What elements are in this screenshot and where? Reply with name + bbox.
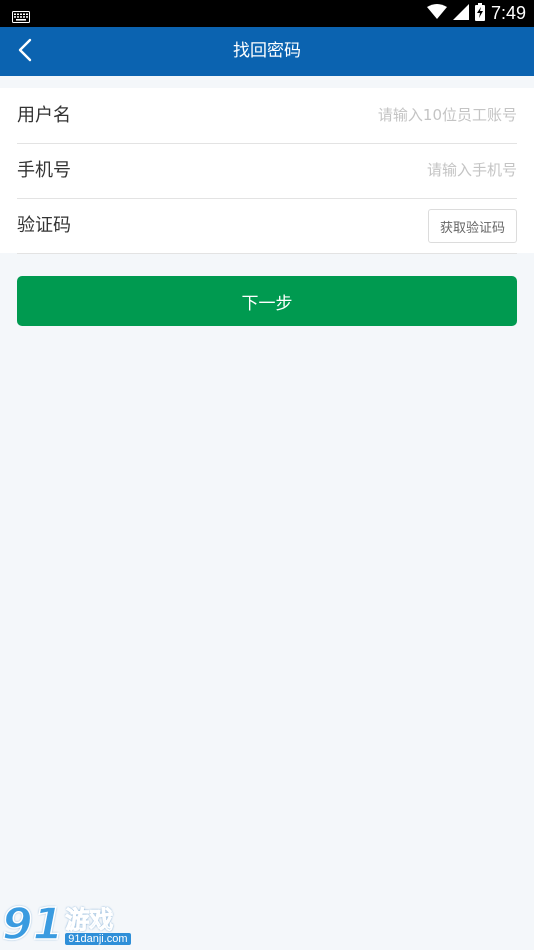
phone-label: 手机号 bbox=[17, 160, 71, 181]
recovery-form: 用户名 手机号 验证码 获取验证码 bbox=[0, 88, 534, 254]
battery-charging-icon bbox=[474, 2, 485, 25]
username-label: 用户名 bbox=[17, 105, 71, 126]
watermark-logo: 91 游戏 91danji.com bbox=[1, 899, 131, 950]
watermark-number: 91 bbox=[1, 899, 64, 950]
signal-icon bbox=[452, 3, 469, 24]
username-row: 用户名 bbox=[17, 88, 517, 144]
code-label: 验证码 bbox=[17, 215, 71, 236]
status-bar: 7:49 bbox=[0, 0, 534, 27]
code-row: 验证码 获取验证码 bbox=[17, 198, 517, 254]
phone-input[interactable] bbox=[217, 155, 517, 185]
watermark-domain: 91danji.com bbox=[65, 933, 131, 945]
page-title: 找回密码 bbox=[233, 41, 301, 61]
app-bar: 找回密码 bbox=[0, 27, 534, 76]
watermark-text: 游戏 bbox=[65, 906, 114, 934]
keyboard-icon bbox=[12, 8, 30, 27]
username-input[interactable] bbox=[217, 100, 517, 130]
next-button[interactable]: 下一步 bbox=[17, 276, 517, 326]
status-time: 7:49 bbox=[490, 3, 526, 23]
get-code-button[interactable]: 获取验证码 bbox=[428, 209, 517, 243]
phone-row: 手机号 bbox=[17, 143, 517, 199]
code-input[interactable] bbox=[217, 210, 417, 240]
wifi-icon bbox=[426, 3, 447, 24]
